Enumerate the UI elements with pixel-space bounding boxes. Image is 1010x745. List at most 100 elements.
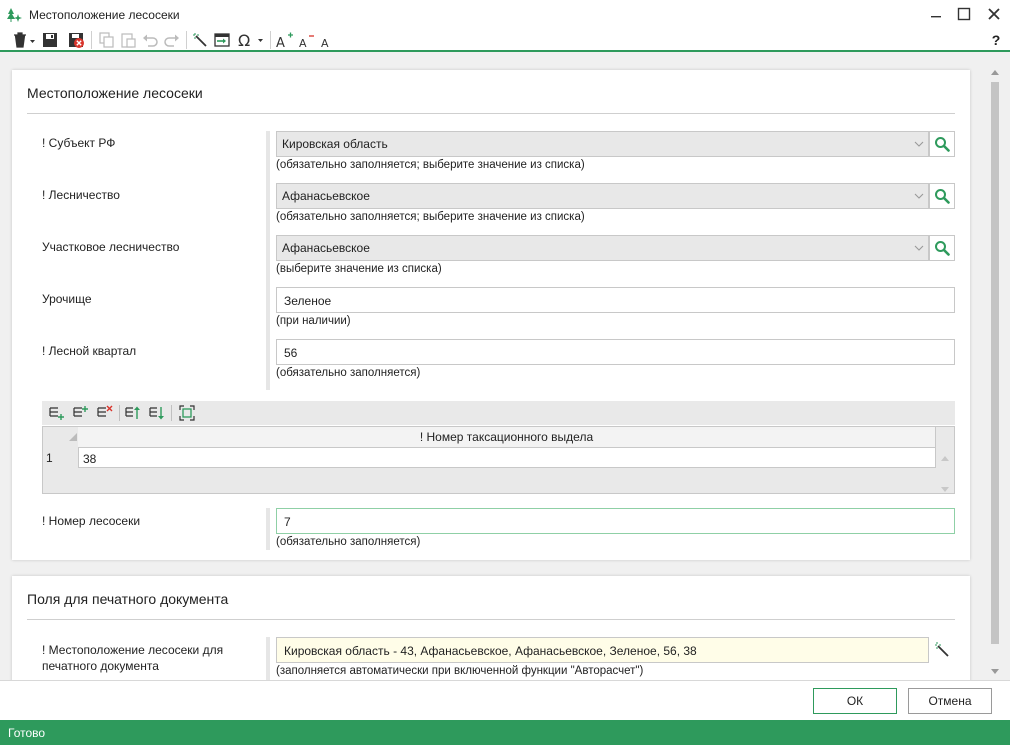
move-down-icon (149, 407, 164, 420)
title-bar: Местоположение лесосеки (0, 0, 1010, 28)
field-hint: (заполняется автоматически при включенно… (276, 665, 644, 677)
fit-columns-button[interactable] (178, 404, 196, 422)
input-value: Зеленое (284, 294, 332, 308)
input-value: Кировская область - 43, Афанасьевское, А… (284, 644, 697, 658)
font-increase-button[interactable]: A (274, 29, 294, 51)
search-icon (935, 241, 950, 256)
page-scrollbar[interactable] (988, 66, 1002, 680)
toolbar-separator (270, 31, 271, 49)
maximize-icon (957, 7, 971, 21)
help-button[interactable]: ? (988, 29, 1004, 51)
district-forestry-search-button[interactable] (929, 235, 955, 261)
font-decrease-button[interactable]: A (296, 29, 316, 51)
toolbar-separator (119, 405, 120, 421)
grid-toolbar (42, 401, 955, 425)
label-line: ! Местоположение лесосеки для (42, 643, 224, 657)
minimize-button[interactable] (924, 4, 948, 24)
save-close-button[interactable] (66, 29, 86, 51)
omega-symbol-icon: Ω (238, 31, 263, 49)
import-icon (214, 33, 230, 47)
maximize-button[interactable] (952, 4, 976, 24)
tract-input[interactable]: Зеленое (276, 287, 955, 313)
autofill-button[interactable] (933, 641, 951, 659)
grid-scroll-arrows-icon (941, 456, 949, 492)
font-decrease-icon: A (299, 35, 314, 49)
save-close-icon (69, 33, 84, 48)
section-title: Местоположение лесосеки (27, 85, 203, 101)
window-title: Местоположение лесосеки (29, 8, 180, 22)
print-location-input[interactable]: Кировская область - 43, Афанасьевское, А… (276, 637, 929, 663)
field-group-bar (266, 131, 270, 390)
input-value: 56 (284, 346, 298, 360)
chevron-down-icon (914, 245, 924, 251)
field-label: ! Лесной квартал (42, 344, 137, 358)
copy-button[interactable] (96, 29, 116, 51)
undo-icon (143, 34, 158, 47)
forestry-search-button[interactable] (929, 183, 955, 209)
magic-wand-icon (935, 642, 949, 657)
import-button[interactable] (212, 29, 232, 51)
forest-quarter-input[interactable]: 56 (276, 339, 955, 365)
scrollbar-icon (991, 70, 999, 674)
autocalc-button[interactable] (190, 29, 210, 51)
combo-value: Кировская область (282, 137, 388, 151)
insert-row-button[interactable] (72, 404, 90, 422)
subject-rf-combo[interactable]: Кировская область (276, 131, 929, 157)
move-up-icon (125, 406, 140, 419)
taxation-grid: ! Номер таксационного выдела 1 38 (42, 426, 955, 494)
cancel-button[interactable]: Отмена (908, 688, 992, 714)
column-header[interactable]: ! Номер таксационного выдела (78, 427, 936, 447)
table-cell[interactable]: 38 (78, 447, 936, 468)
field-label: ! Лесничество (42, 188, 120, 202)
svg-text:A: A (276, 36, 285, 49)
field-group-bar (266, 508, 270, 550)
undo-button[interactable] (140, 29, 160, 51)
insert-row-icon (73, 406, 88, 417)
status-text: Готово (8, 726, 46, 740)
delete-row-icon (97, 405, 113, 417)
forestry-combo[interactable]: Афанасьевское (276, 183, 929, 209)
field-hint: (выберите значение из списка) (276, 263, 442, 275)
toolbar-separator (91, 31, 92, 49)
field-label: ! Субъект РФ (42, 136, 116, 150)
subject-rf-search-button[interactable] (929, 131, 955, 157)
font-reset-icon: A (321, 37, 329, 49)
input-value: 7 (284, 515, 291, 529)
move-row-down-button[interactable] (148, 404, 166, 422)
font-increase-icon: A (276, 32, 293, 49)
combo-value: Афанасьевское (282, 189, 370, 203)
dialog-button-bar: ОК Отмена (0, 680, 1010, 720)
special-symbol-button[interactable]: Ω (236, 29, 266, 51)
district-forestry-combo[interactable]: Афанасьевское (276, 235, 929, 261)
save-button[interactable] (40, 29, 60, 51)
ok-button[interactable]: ОК (813, 688, 897, 714)
field-hint: (при наличии) (276, 315, 351, 327)
delete-icon (14, 32, 35, 48)
paste-button[interactable] (118, 29, 138, 51)
plot-number-input[interactable]: 7 (276, 508, 955, 534)
add-row-icon (49, 407, 64, 420)
grid-scrollbar[interactable] (936, 447, 954, 493)
close-window-button[interactable] (982, 4, 1006, 24)
save-icon (43, 33, 57, 47)
redo-button[interactable] (162, 29, 182, 51)
svg-text:Ω: Ω (238, 31, 250, 49)
add-row-button[interactable] (48, 404, 66, 422)
field-hint: (обязательно заполняется; выберите значе… (276, 159, 585, 171)
toolbar-separator (186, 31, 187, 49)
move-row-up-button[interactable] (124, 404, 142, 422)
toolbar: Ω A A A ? (0, 28, 1010, 52)
delete-row-button[interactable] (96, 404, 114, 422)
minimize-icon (931, 16, 941, 18)
font-reset-button[interactable]: A (316, 29, 336, 51)
field-label: Участковое лесничество (42, 240, 180, 254)
field-group-bar (266, 637, 270, 680)
section-divider (27, 619, 955, 620)
delete-button[interactable] (10, 29, 38, 51)
combo-value: Афанасьевское (282, 241, 370, 255)
select-all-corner[interactable] (69, 433, 77, 441)
toolbar-separator (171, 405, 172, 421)
search-icon (935, 189, 950, 204)
redo-icon (164, 34, 179, 47)
field-hint: (обязательно заполняется; выберите значе… (276, 211, 585, 223)
